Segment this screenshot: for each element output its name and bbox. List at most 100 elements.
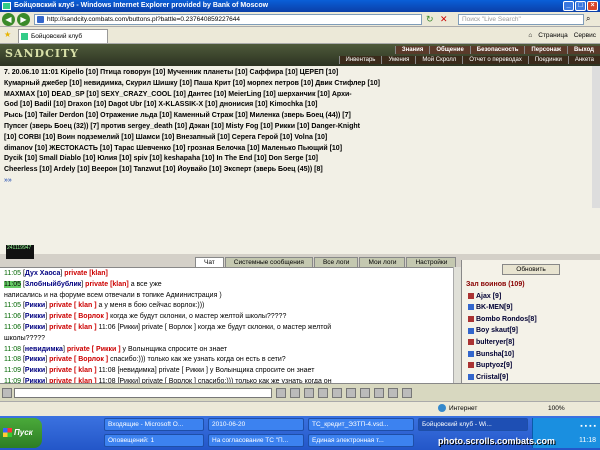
message-user[interactable]: Злобныйбублик [25,281,81,288]
close-button[interactable]: × [587,1,598,11]
menu-transfer-report[interactable]: Отчет о переводах [462,56,528,64]
taskbar-item-combats[interactable]: Бойцовский клуб - Wi... [418,418,528,431]
taskbar-item-approval[interactable]: На согласование ТС "П... [208,434,304,447]
tray-icons: ▪ ▪ ▪ ▪ [580,423,596,430]
chat-message: 11:05 [Дух Хаоса] private [klan] [4,270,108,277]
chat-message: 11:05 [Злобныйбублик] private [klan] а в… [4,280,162,288]
tab-system-messages[interactable]: Системные сообщения [224,257,313,267]
taskbar-item-folder[interactable]: 2010-06-20 [208,418,304,431]
filter-icon[interactable] [318,388,328,398]
pause-icon[interactable] [388,388,398,398]
menu-communication[interactable]: Общение [429,46,470,54]
chat-message: 11:06 [Рикки] private [ Ворлок ] когда ж… [4,313,287,321]
menu-skills[interactable]: Умения [381,56,416,64]
minimize-button[interactable]: _ [563,1,574,11]
send-icon[interactable] [276,388,286,398]
sound-icon[interactable] [346,388,356,398]
chat-input[interactable] [14,388,272,398]
refresh-icon[interactable]: ↻ [426,14,434,25]
menu-character[interactable]: Персонаж [524,46,567,54]
clan-badge-icon [468,339,474,346]
chat-message: 11:06 [Рикки] private [ klan ] 11:06 [Ри… [4,323,332,331]
windows-logo-icon [3,428,12,437]
message-text: 11:06 [Рикки] private [ Ворлок ] когда ж… [98,323,332,331]
back-icon[interactable]: ◀ [2,13,15,26]
clear-icon[interactable] [304,388,314,398]
log-line: Кумарный джебер [10] невидимка, Скурил Ш… [4,79,380,87]
taskbar-item-outlook[interactable]: Входящие - Microsoft O... [104,418,204,431]
game-header: SANDCITY Знания Общение Безопасность Пер… [0,44,600,66]
roster-player[interactable]: BK-MEN[9] [466,302,596,314]
menu-exit[interactable]: Выход [566,46,600,54]
tab-all-logs[interactable]: Все логи [313,257,359,267]
taskbar-item-notifications[interactable]: Оповещений: 1 [104,434,204,447]
page-menu[interactable]: Страница [538,30,567,41]
chat-area: 11:05 [Дух Хаоса] private [klan] 11:05 [… [0,267,453,383]
menu-battles[interactable]: Поединки [527,56,568,64]
color-icon[interactable] [360,388,370,398]
taskbar-item-unified[interactable]: Единая электронная т... [308,434,414,447]
message-user[interactable]: Рикки [25,324,45,331]
rating-counter: 241119947 [6,245,34,259]
search-icon[interactable]: ⌕ [586,14,590,24]
font-icon[interactable] [374,388,384,398]
log-more-link[interactable]: »» [4,176,596,187]
menu-security[interactable]: Безопасность [469,46,525,54]
menu-my-scroll[interactable]: Мой Скролл [415,56,463,64]
roster-player[interactable]: Boy skaut[9] [466,325,596,337]
search-input[interactable]: Поиск "Live Search" [458,14,584,25]
message-time[interactable]: 11:06 [4,324,21,331]
message-time[interactable]: 11:05 [4,280,21,288]
url-field[interactable]: http://sandcity.combats.com/buttons.pl?b… [34,14,422,25]
message-time[interactable]: 11:08 [4,356,21,363]
tools-menu[interactable]: Сервис [574,30,596,41]
clan-badge-icon [468,304,474,311]
ie-icon [2,2,11,10]
chat-scrollbar[interactable] [453,267,461,383]
home-icon[interactable]: ⌂ [528,30,532,41]
tab-combats[interactable]: Бойцовский клуб [18,29,108,43]
message-user[interactable]: Рикки [25,367,45,374]
message-user[interactable]: невидимка [25,346,63,353]
menu-profile[interactable]: Анкета [567,56,600,64]
address-bar: ◀ ▶ http://sandcity.combats.com/buttons.… [0,12,600,27]
stop-icon[interactable]: ✕ [440,14,448,25]
message-time[interactable]: 11:06 [4,313,21,320]
zoom-level[interactable]: 100% [548,402,565,416]
menu-inventory[interactable]: Инвентарь [338,56,382,64]
forward-icon[interactable]: ▶ [17,13,30,26]
chat-message: 11:08 [невидимка] private [ Рикки ] у Во… [4,345,228,353]
roster-player[interactable]: Criistal[9] [466,372,596,384]
chat-mode-icon[interactable] [2,388,12,398]
message-time[interactable]: 11:05 [4,270,21,277]
roster-player[interactable]: Buptyoz[9] [466,360,596,372]
roster-player[interactable]: Bombo Rondos[8] [466,314,596,326]
message-mode: private [ klan ] [49,302,97,310]
tab-my-logs[interactable]: Мои логи [359,257,406,267]
tab-chat[interactable]: Чат [195,257,224,267]
start-button[interactable]: Пуск [0,418,42,448]
roster-player[interactable]: bulteryer[8] [466,337,596,349]
roster-player[interactable]: Ajax [9] [466,291,596,303]
clan-badge-icon [468,292,474,299]
favorites-star-icon[interactable]: ★ [4,30,11,39]
menu-knowledge[interactable]: Знания [394,46,430,54]
message-time[interactable]: 11:08 [4,346,21,353]
log-scrollbar[interactable] [592,66,600,208]
message-user[interactable]: Рикки [25,313,45,320]
maximize-button[interactable]: □ [575,1,586,11]
message-time[interactable]: 11:09 [4,367,21,374]
message-time[interactable]: 11:05 [4,302,21,309]
message-user[interactable]: Рикки [25,356,45,363]
message-user[interactable]: Рикки [25,302,45,309]
smiley-icon[interactable] [290,388,300,398]
refresh-button[interactable]: Обновить [502,264,560,275]
message-user[interactable]: Дух Хаоса [25,270,61,277]
browser-tab-bar: ★ Бойцовский клуб ⌂ Страница Сервис [0,27,600,44]
log-icon[interactable] [402,388,412,398]
translit-icon[interactable] [332,388,342,398]
roster-player[interactable]: Bunsha[10] [466,349,596,361]
tab-settings[interactable]: Настройки [406,257,457,267]
clan-badge-icon [468,373,474,380]
taskbar-item-visio[interactable]: ТС_кредит_ЭЗТП-4.vsd... [308,418,414,431]
